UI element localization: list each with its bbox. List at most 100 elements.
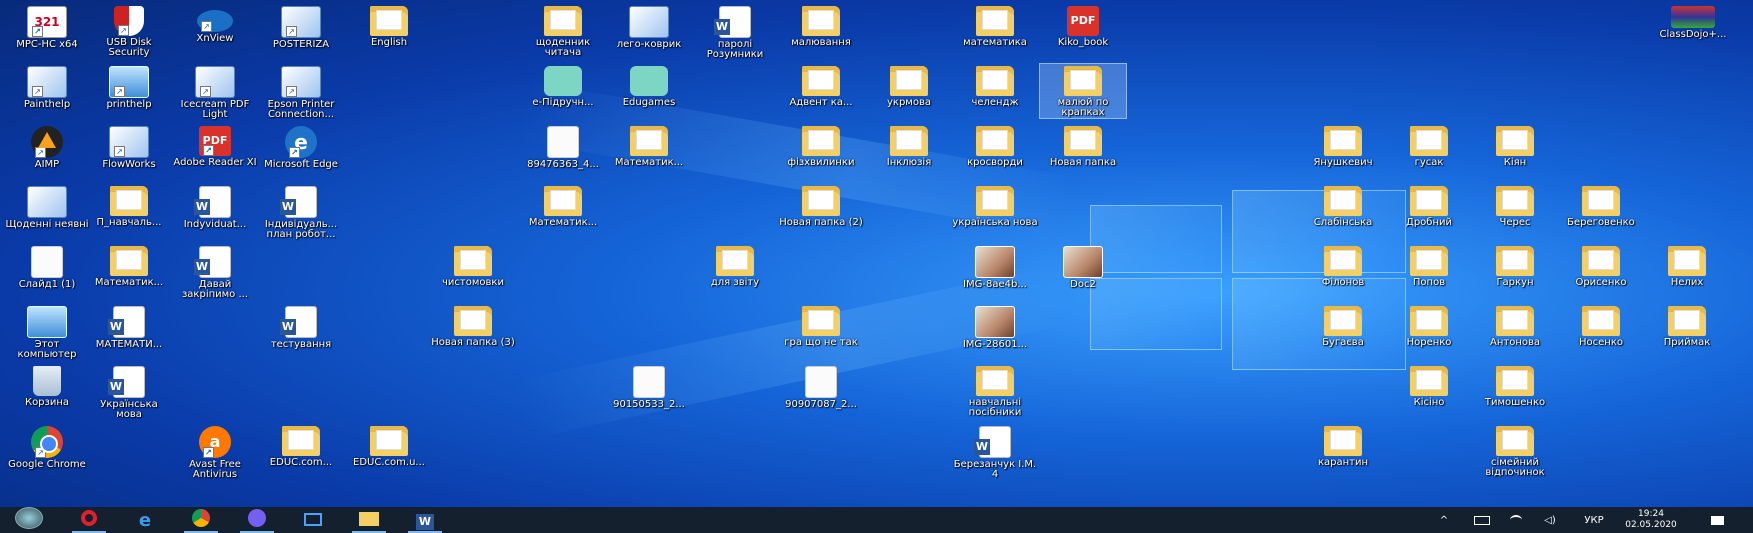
- desktop-icon[interactable]: Тимошенко: [1472, 364, 1558, 408]
- desktop-icon[interactable]: математика: [952, 4, 1038, 48]
- start-button[interactable]: [6, 507, 52, 533]
- desktop-icon[interactable]: чистомовки: [430, 244, 516, 288]
- desktop-icon[interactable]: Новая папка (3): [430, 304, 516, 348]
- network-icon[interactable]: [1504, 507, 1528, 533]
- desktop-icon[interactable]: сімейний відпочинок: [1472, 424, 1558, 478]
- desktop-icon[interactable]: Doc2: [1040, 244, 1126, 290]
- desktop-icon[interactable]: ↗ FlowWorks: [86, 124, 172, 170]
- desktop-icon[interactable]: Індивідуаль... план робот...: [258, 184, 344, 240]
- desktop-icon[interactable]: Корзина: [4, 364, 90, 408]
- chrome-button[interactable]: [178, 507, 224, 533]
- desktop-icon[interactable]: Дробний: [1386, 184, 1472, 228]
- desktop-icon[interactable]: Береговенко: [1558, 184, 1644, 228]
- desktop-icon[interactable]: Бугаєва: [1300, 304, 1386, 348]
- desktop-icon[interactable]: Антонова: [1472, 304, 1558, 348]
- desktop-icon[interactable]: українська нова: [952, 184, 1038, 228]
- desktop-icon[interactable]: EDUC.com...: [258, 424, 344, 468]
- desktop-icon[interactable]: English: [346, 4, 432, 48]
- desktop-icon[interactable]: Кісіно: [1386, 364, 1472, 408]
- desktop-icon[interactable]: щоденник читача: [520, 4, 606, 58]
- desktop-icon[interactable]: ClassDojo+...: [1650, 4, 1736, 40]
- viber-button[interactable]: [234, 507, 280, 533]
- battery-icon[interactable]: [1470, 507, 1494, 533]
- desktop-icon[interactable]: лего-коврик: [606, 4, 692, 50]
- desktop-icon[interactable]: ↗ POSTERIZA: [258, 4, 344, 50]
- desktop-icon[interactable]: челендж: [952, 64, 1038, 108]
- desktop-icon[interactable]: e ↗ Microsoft Edge: [258, 124, 344, 170]
- desktop-icon[interactable]: Математик...: [86, 244, 172, 288]
- desktop-icon[interactable]: Нелих: [1644, 244, 1730, 288]
- desktop-icon[interactable]: ↗ Epson Printer Connection...: [258, 64, 344, 120]
- desktop-icon[interactable]: тестування: [258, 304, 344, 350]
- desktop-icon[interactable]: Indyviduat...: [172, 184, 258, 230]
- desktop-icon[interactable]: 90907087_2...: [778, 364, 864, 410]
- desktop-icon[interactable]: гусак: [1386, 124, 1472, 168]
- desktop-icon[interactable]: паролі Розумники: [692, 4, 778, 60]
- desktop-icon[interactable]: Edugames: [606, 64, 692, 108]
- desktop-icon[interactable]: 321 ↗ MPC-HC x64: [4, 4, 90, 50]
- desktop-icon[interactable]: Математик...: [606, 124, 692, 168]
- desktop-icon[interactable]: Кіян: [1472, 124, 1558, 168]
- desktop-icon[interactable]: IMG-28601...: [952, 304, 1038, 350]
- desktop-icon[interactable]: ↗ printhelp: [86, 64, 172, 110]
- desktop-icon[interactable]: ↗ Painthelp: [4, 64, 90, 110]
- desktop-icon[interactable]: гра що не так: [778, 304, 864, 348]
- desktop-icon[interactable]: Попов: [1386, 244, 1472, 288]
- window-button[interactable]: [290, 507, 336, 533]
- edge-button[interactable]: e: [122, 507, 168, 533]
- desktop-icon[interactable]: 90150533_2...: [606, 364, 692, 410]
- folder-icon: [976, 126, 1014, 156]
- desktop-icon[interactable]: П_навчаль...: [86, 184, 172, 228]
- desktop-icon[interactable]: Черес: [1472, 184, 1558, 228]
- desktop-icon[interactable]: Давай закріпимо ...: [172, 244, 258, 300]
- desktop-icon[interactable]: a ↗ Avast Free Antivirus: [172, 424, 258, 480]
- desktop-icon[interactable]: ↗ Google Chrome: [4, 424, 90, 470]
- desktop-icon[interactable]: Математик...: [520, 184, 606, 228]
- desktop-icon[interactable]: укрмова: [866, 64, 952, 108]
- desktop-icon[interactable]: Березанчук І.М. 4: [952, 424, 1038, 480]
- desktop-icon[interactable]: PDF ↗ Adobe Reader XI: [172, 124, 258, 168]
- desktop-icon[interactable]: Янушкевич: [1300, 124, 1386, 168]
- desktop-icon[interactable]: EDUC.com.u...: [346, 424, 432, 468]
- desktop-icon[interactable]: Норенко: [1386, 304, 1472, 348]
- desktop-icon[interactable]: e-Підручн...: [520, 64, 606, 108]
- desktop-icon[interactable]: Гаркун: [1472, 244, 1558, 288]
- desktop-icon[interactable]: карантин: [1300, 424, 1386, 468]
- desktop-icon[interactable]: Новая папка (2): [778, 184, 864, 228]
- language-indicator[interactable]: УКР: [1578, 507, 1610, 533]
- desktop-icon[interactable]: фізхвилинки: [778, 124, 864, 168]
- desktop-icon[interactable]: Слабінська: [1300, 184, 1386, 228]
- desktop-icon[interactable]: IMG-8ae4b...: [952, 244, 1038, 290]
- desktop-icon[interactable]: Українська мова: [86, 364, 172, 420]
- desktop-icon[interactable]: для звіту: [692, 244, 778, 288]
- desktop-icon[interactable]: Адвент ка...: [778, 64, 864, 108]
- desktop-icon[interactable]: Слайд1 (1): [4, 244, 90, 290]
- desktop-icon[interactable]: малюй по крапках: [1039, 63, 1127, 119]
- desktop-icon[interactable]: Приймак: [1644, 304, 1730, 348]
- desktop-icon[interactable]: Новая папка: [1040, 124, 1126, 168]
- desktop-icon[interactable]: ↗ XnView: [172, 4, 258, 44]
- desktop-icon[interactable]: МАТЕМАТИ...: [86, 304, 172, 350]
- notifications-icon[interactable]: [1702, 507, 1732, 533]
- desktop-icon[interactable]: Філонов: [1300, 244, 1386, 288]
- volume-icon[interactable]: ◁): [1538, 507, 1562, 533]
- word-button[interactable]: W: [402, 507, 448, 533]
- desktop-icon[interactable]: кросворди: [952, 124, 1038, 168]
- desktop-icon[interactable]: навчальні посібники: [952, 364, 1038, 418]
- desktop-icon[interactable]: PDF Kiko_book: [1040, 4, 1126, 48]
- desktop-icon[interactable]: 89476363_4...: [520, 124, 606, 170]
- desktop-icon[interactable]: Этот компьютер: [4, 304, 90, 360]
- desktop-icon[interactable]: Щоденні неявні: [4, 184, 90, 230]
- desktop-icon[interactable]: Орисенко: [1558, 244, 1644, 288]
- desktop-icon-label: Янушкевич: [1313, 157, 1373, 168]
- desktop-icon[interactable]: ↗ Icecream PDF Light: [172, 64, 258, 120]
- opera-button[interactable]: [66, 507, 112, 533]
- clock[interactable]: 19:24 02.05.2020: [1616, 509, 1686, 531]
- tray-chevron-icon[interactable]: ^: [1432, 507, 1456, 533]
- file-explorer-button[interactable]: [346, 507, 392, 533]
- desktop-icon[interactable]: ↗ AIMP: [4, 124, 90, 170]
- desktop-icon[interactable]: ↗ USB Disk Security: [86, 4, 172, 58]
- desktop-icon[interactable]: Носенко: [1558, 304, 1644, 348]
- desktop-icon[interactable]: малювання: [778, 4, 864, 48]
- desktop-icon[interactable]: Інклюзія: [866, 124, 952, 168]
